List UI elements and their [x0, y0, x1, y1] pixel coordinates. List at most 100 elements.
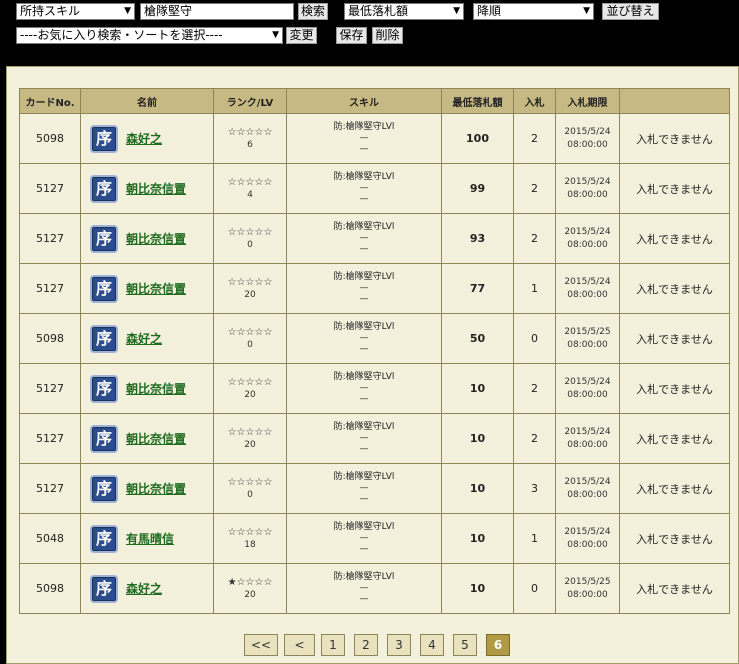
bid-status: 入札できません	[619, 513, 730, 564]
card-name-link[interactable]: 森好之	[126, 330, 162, 347]
deadline-time: 08:00:00	[567, 339, 608, 350]
card-number: 5127	[19, 363, 81, 414]
sort-button[interactable]: 並び替え	[602, 3, 659, 20]
prev-page-button[interactable]: <	[284, 634, 315, 656]
rank-badge-icon: 序	[90, 224, 118, 253]
deadline-time: 08:00:00	[567, 139, 608, 150]
search-bar: 所持スキル ▼ 槍隊堅守 検索 最低落札額 ▼ 降順 ▼ 並び替え ----お気…	[0, 0, 739, 58]
skill-cell: 防:槍隊堅守LVl — —	[286, 463, 442, 514]
skill-1: 防:槍隊堅守LVl	[333, 472, 395, 482]
page-4-button[interactable]: 4	[420, 634, 444, 656]
rank-stars: ★☆☆☆☆	[227, 576, 273, 588]
bid-count: 2	[513, 113, 556, 164]
bid-count: 2	[513, 213, 556, 264]
rank-stars: ☆☆☆☆☆	[227, 376, 273, 388]
change-button[interactable]: 変更	[286, 27, 317, 44]
min-price: 100	[441, 113, 514, 164]
skill-3: —	[359, 194, 369, 204]
first-page-button[interactable]: <<	[244, 634, 278, 656]
card-name-link[interactable]: 朝比奈信置	[126, 180, 186, 197]
rank-lv-cell: ☆☆☆☆☆ 6	[213, 113, 287, 164]
bid-status: 入札できません	[619, 363, 730, 414]
page-3-button[interactable]: 3	[387, 634, 411, 656]
card-level: 20	[244, 589, 256, 600]
bid-status: 入札できません	[619, 313, 730, 364]
save-button[interactable]: 保存	[336, 27, 367, 44]
skill-1: 防:槍隊堅守LVl	[333, 422, 395, 432]
name-cell: 序朝比奈信置	[80, 413, 214, 464]
auction-table: カードNo. 名前 ランク/LV スキル 最低落札額 入札 入札期限 5098 序…	[19, 88, 730, 614]
skill-2: —	[359, 183, 369, 193]
deadline-time: 08:00:00	[567, 389, 608, 400]
deadline-cell: 2015/5/25 08:00:00	[555, 313, 620, 364]
sort-field-select[interactable]: 最低落札額 ▼	[344, 3, 464, 20]
favorite-search-value: ----お気に入り検索・ソートを選択----	[20, 28, 223, 42]
deadline-cell: 2015/5/24 08:00:00	[555, 163, 620, 214]
card-name-link[interactable]: 朝比奈信置	[126, 430, 186, 447]
card-name-link[interactable]: 有馬晴信	[126, 530, 174, 547]
deadline-time: 08:00:00	[567, 239, 608, 250]
favorite-search-select[interactable]: ----お気に入り検索・ソートを選択---- ▼	[16, 27, 283, 44]
skill-2: —	[359, 233, 369, 243]
header-min-price: 最低落札額	[441, 88, 514, 114]
name-cell: 序森好之	[80, 563, 214, 614]
page-6-button[interactable]: 6	[486, 634, 510, 656]
card-level: 20	[244, 389, 256, 400]
skill-search-input[interactable]: 槍隊堅守	[140, 3, 294, 20]
deadline-cell: 2015/5/24 08:00:00	[555, 513, 620, 564]
sort-order-value: 降順	[477, 4, 502, 18]
bid-status: 入札できません	[619, 563, 730, 614]
sort-order-select[interactable]: 降順 ▼	[473, 3, 594, 20]
skill-1: 防:槍隊堅守LVl	[333, 522, 395, 532]
table-row: 5127 序朝比奈信置 ☆☆☆☆☆ 20 防:槍隊堅守LVl — —10 2 2015/5/24…	[19, 413, 730, 464]
card-level: 20	[244, 289, 256, 300]
search-button[interactable]: 検索	[298, 3, 328, 20]
skill-3: —	[359, 394, 369, 404]
page-2-button[interactable]: 2	[354, 634, 378, 656]
skill-cell: 防:槍隊堅守LVl — —	[286, 313, 442, 364]
name-cell: 序朝比奈信置	[80, 463, 214, 514]
card-name-link[interactable]: 朝比奈信置	[126, 230, 186, 247]
rank-lv-cell: ☆☆☆☆☆ 20	[213, 363, 287, 414]
name-cell: 序朝比奈信置	[80, 163, 214, 214]
name-cell: 序森好之	[80, 113, 214, 164]
rank-stars: ☆☆☆☆☆	[227, 526, 273, 538]
card-number: 5098	[19, 113, 81, 164]
card-name-link[interactable]: 森好之	[126, 580, 162, 597]
card-level: 0	[247, 339, 253, 350]
min-price: 50	[441, 313, 514, 364]
table-row: 5127 序朝比奈信置 ☆☆☆☆☆ 20 防:槍隊堅守LVl — —10 2 2015/5/24…	[19, 363, 730, 414]
skill-filter-select[interactable]: 所持スキル ▼	[16, 3, 135, 20]
card-name-link[interactable]: 朝比奈信置	[126, 480, 186, 497]
bid-status: 入札できません	[619, 113, 730, 164]
skill-2: —	[359, 483, 369, 493]
rank-stars: ☆☆☆☆☆	[227, 226, 273, 238]
skill-2: —	[359, 433, 369, 443]
bid-status: 入札できません	[619, 163, 730, 214]
page-1-button[interactable]: 1	[321, 634, 345, 656]
skill-2: —	[359, 333, 369, 343]
card-name-link[interactable]: 朝比奈信置	[126, 380, 186, 397]
table-row: 5127 序朝比奈信置 ☆☆☆☆☆ 20 防:槍隊堅守LVl — —77 1 2015/5/24…	[19, 263, 730, 314]
page-5-button[interactable]: 5	[453, 634, 477, 656]
bid-count: 1	[513, 513, 556, 564]
skill-2: —	[359, 383, 369, 393]
deadline-time: 08:00:00	[567, 539, 608, 550]
name-cell: 序朝比奈信置	[80, 263, 214, 314]
deadline-date: 2015/5/24	[564, 276, 611, 287]
delete-button[interactable]: 削除	[372, 27, 403, 44]
card-number: 5127	[19, 213, 81, 264]
skill-3: —	[359, 444, 369, 454]
card-level: 18	[244, 539, 256, 550]
skill-cell: 防:槍隊堅守LVl — —	[286, 363, 442, 414]
skill-3: —	[359, 344, 369, 354]
name-cell: 序朝比奈信置	[80, 213, 214, 264]
rank-badge-icon: 序	[90, 474, 118, 503]
skill-1: 防:槍隊堅守LVl	[333, 372, 395, 382]
skill-cell: 防:槍隊堅守LVl — —	[286, 263, 442, 314]
card-name-link[interactable]: 朝比奈信置	[126, 280, 186, 297]
header-action	[619, 88, 730, 114]
card-name-link[interactable]: 森好之	[126, 130, 162, 147]
rank-lv-cell: ☆☆☆☆☆ 0	[213, 463, 287, 514]
header-skill: スキル	[286, 88, 442, 114]
